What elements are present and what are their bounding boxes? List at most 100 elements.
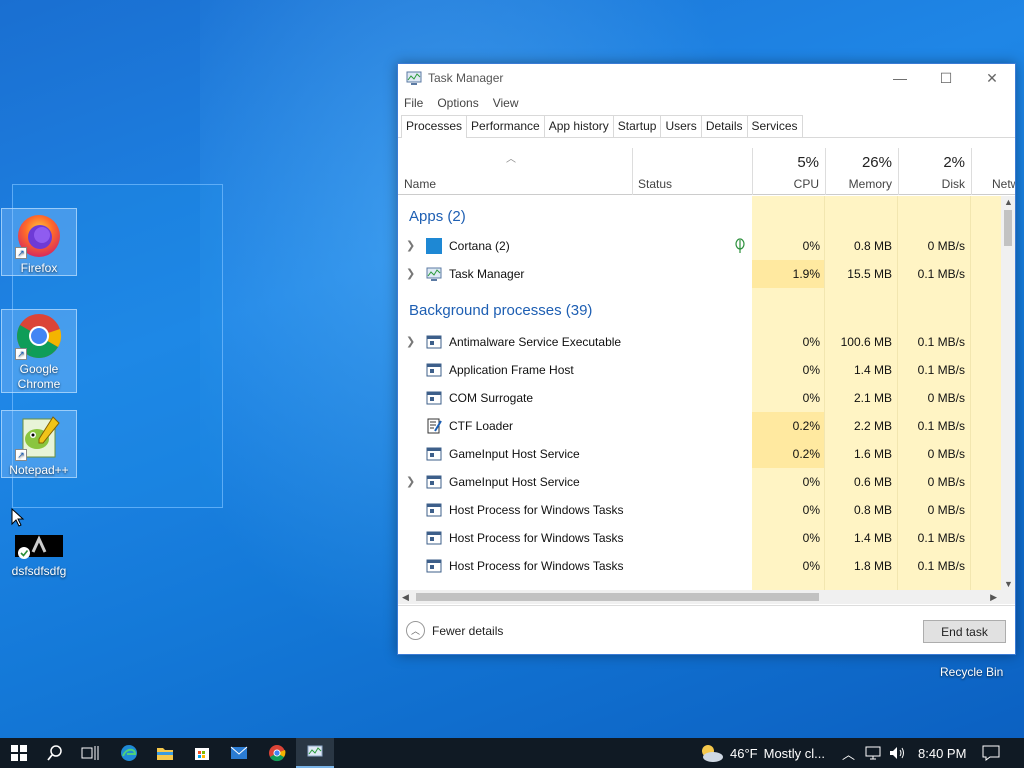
process-row[interactable]: Application Frame Host 0% 1.4 MB 0.1 MB/s bbox=[398, 356, 1003, 384]
process-row[interactable]: CTF Loader 0.2% 2.2 MB 0.1 MB/s bbox=[398, 412, 1003, 440]
menu-file[interactable]: File bbox=[404, 96, 423, 110]
scroll-right-arrow-icon[interactable]: ▶ bbox=[990, 592, 997, 603]
service-process-icon bbox=[426, 363, 442, 377]
disk-value: 0 MB/s bbox=[927, 447, 965, 461]
process-row[interactable]: COM Surrogate 0% 2.1 MB 0 MB/s bbox=[398, 384, 1003, 412]
search-icon bbox=[47, 745, 62, 761]
fewer-details-button[interactable]: ︿ Fewer details bbox=[406, 621, 503, 640]
chrome-icon bbox=[269, 745, 286, 762]
expand-chevron-icon[interactable]: ❯ bbox=[406, 475, 415, 488]
expand-chevron-icon[interactable]: ❯ bbox=[406, 239, 415, 252]
menu-bar: File Options View bbox=[398, 92, 1015, 114]
scrollbar-thumb[interactable] bbox=[416, 593, 819, 601]
start-button[interactable] bbox=[0, 738, 38, 768]
taskbar: 46°F Mostly cl... ︿ 8:40 PM bbox=[0, 738, 1024, 768]
column-label: CPU bbox=[793, 177, 819, 191]
tab-startup[interactable]: Startup bbox=[612, 115, 662, 137]
process-row[interactable]: Host Process for Windows Tasks 0% 1.8 MB 0.… bbox=[398, 552, 1003, 580]
chevron-up-icon: ︿ bbox=[406, 621, 425, 640]
taskbar-mail[interactable] bbox=[220, 738, 258, 768]
desktop-icon-google-chrome[interactable]: ↗ Google Chrome bbox=[1, 309, 77, 393]
search-button[interactable] bbox=[36, 738, 74, 768]
process-name: Cortana (2) bbox=[449, 239, 510, 253]
tab-services[interactable]: Services bbox=[746, 115, 803, 137]
weather-temperature: 46°F bbox=[730, 745, 758, 761]
horizontal-scrollbar[interactable]: ◀ ▶ bbox=[398, 590, 1015, 604]
scroll-left-arrow-icon[interactable]: ◀ bbox=[402, 592, 409, 603]
service-process-icon bbox=[426, 335, 442, 349]
clock[interactable]: 8:40 PM bbox=[918, 738, 966, 768]
expand-chevron-icon[interactable]: ❯ bbox=[406, 335, 415, 348]
show-hidden-icons-button[interactable]: ︿ bbox=[842, 738, 855, 768]
column-header-status[interactable]: Status bbox=[633, 148, 752, 195]
taskbar-edge[interactable] bbox=[110, 738, 148, 768]
tab-users[interactable]: Users bbox=[660, 115, 702, 137]
memory-value: 2.2 MB bbox=[853, 419, 892, 433]
windows-logo-icon bbox=[11, 745, 27, 761]
process-row-cortana[interactable]: ❯ Cortana (2) 0% 0.8 MB 0 MB/s bbox=[398, 232, 1003, 260]
desktop-icon-firefox[interactable]: ↗ Firefox bbox=[1, 208, 77, 276]
close-button[interactable]: ✕ bbox=[969, 64, 1015, 92]
taskbar-chrome[interactable] bbox=[258, 738, 296, 768]
vertical-scrollbar[interactable]: ▲ ▼ bbox=[1001, 196, 1015, 590]
tab-details[interactable]: Details bbox=[700, 115, 748, 137]
app-shortcut-icon bbox=[15, 532, 63, 562]
tab-performance[interactable]: Performance bbox=[466, 115, 545, 137]
scroll-up-arrow-icon[interactable]: ▲ bbox=[1004, 197, 1013, 207]
process-name: GameInput Host Service bbox=[449, 475, 580, 489]
taskbar-task-manager[interactable] bbox=[296, 738, 334, 768]
process-row[interactable]: ❯ GameInput Host Service 0% 0.6 MB 0 MB/s bbox=[398, 468, 1003, 496]
menu-options[interactable]: Options bbox=[437, 96, 478, 110]
cpu-value: 0% bbox=[802, 363, 820, 377]
process-row[interactable]: Host Process for Windows Tasks 0% 1.4 MB 0.… bbox=[398, 524, 1003, 552]
notification-center-button[interactable] bbox=[982, 738, 1000, 768]
chrome-icon: ↗ bbox=[15, 312, 63, 360]
maximize-button[interactable]: ☐ bbox=[923, 64, 969, 92]
column-header-cpu[interactable]: 5% CPU bbox=[753, 148, 825, 195]
scrollbar-thumb[interactable] bbox=[1004, 210, 1012, 246]
desktop-icon-recycle-bin[interactable]: Recycle Bin bbox=[940, 665, 1003, 679]
weather-widget[interactable]: 46°F Mostly cl... bbox=[698, 738, 825, 768]
volume-button[interactable] bbox=[888, 738, 906, 768]
taskbar-store[interactable] bbox=[183, 738, 221, 768]
task-view-button[interactable] bbox=[71, 738, 109, 768]
memory-value: 0.8 MB bbox=[853, 503, 892, 517]
memory-value: 1.8 MB bbox=[853, 559, 892, 573]
task-manager-icon bbox=[406, 71, 422, 85]
network-button[interactable] bbox=[864, 738, 882, 768]
end-task-button[interactable]: End task bbox=[923, 620, 1006, 643]
minimize-button[interactable]: — bbox=[877, 64, 923, 92]
process-name: Antimalware Service Executable bbox=[449, 335, 622, 349]
process-row[interactable]: GameInput Host Service 0.2% 1.6 MB 0 MB/s bbox=[398, 440, 1003, 468]
desktop-icon-label: Notepad++ bbox=[9, 463, 69, 477]
desktop-icon-dsfsdfsdfg[interactable]: dsfsdfsdfg bbox=[1, 530, 77, 582]
service-process-icon bbox=[426, 503, 442, 517]
mail-icon bbox=[230, 746, 248, 759]
column-label: Status bbox=[638, 177, 673, 191]
tab-processes[interactable]: Processes bbox=[401, 115, 468, 138]
process-row-task-manager[interactable]: ❯ Task Manager 1.9% 15.5 MB 0.1 MB/s bbox=[398, 260, 1003, 288]
process-row[interactable]: ❯ Antimalware Service Executable 0% 100.6 M… bbox=[398, 328, 1003, 356]
service-process-icon bbox=[426, 559, 442, 573]
column-header-disk[interactable]: 2% Disk bbox=[899, 148, 971, 195]
firefox-icon: ↗ bbox=[15, 211, 63, 259]
memory-value: 0.8 MB bbox=[853, 239, 892, 253]
column-label: Name bbox=[404, 177, 437, 191]
scroll-down-arrow-icon[interactable]: ▼ bbox=[1004, 579, 1013, 589]
disk-value: 0.1 MB/s bbox=[917, 335, 965, 349]
cpu-value: 0% bbox=[802, 475, 820, 489]
column-header-network[interactable]: Netw bbox=[972, 148, 1015, 195]
column-header-memory[interactable]: 26% Memory bbox=[826, 148, 898, 195]
taskbar-file-explorer[interactable] bbox=[146, 738, 184, 768]
title-bar[interactable]: Task Manager — ☐ ✕ bbox=[398, 64, 1015, 92]
tab-app-history[interactable]: App history bbox=[543, 115, 614, 137]
column-header-name[interactable]: ︿ Name bbox=[398, 148, 632, 195]
memory-value: 0.6 MB bbox=[853, 475, 892, 489]
expand-chevron-icon[interactable]: ❯ bbox=[406, 267, 415, 280]
menu-view[interactable]: View bbox=[493, 96, 519, 110]
process-row[interactable]: Host Process for Windows Tasks 0% 0.8 MB 0 … bbox=[398, 496, 1003, 524]
desktop-icon-notepad-plus-plus[interactable]: ↗ Notepad++ bbox=[1, 410, 77, 478]
folder-icon bbox=[157, 748, 173, 760]
volume-icon bbox=[890, 747, 904, 759]
disk-value: 0 MB/s bbox=[927, 503, 965, 517]
